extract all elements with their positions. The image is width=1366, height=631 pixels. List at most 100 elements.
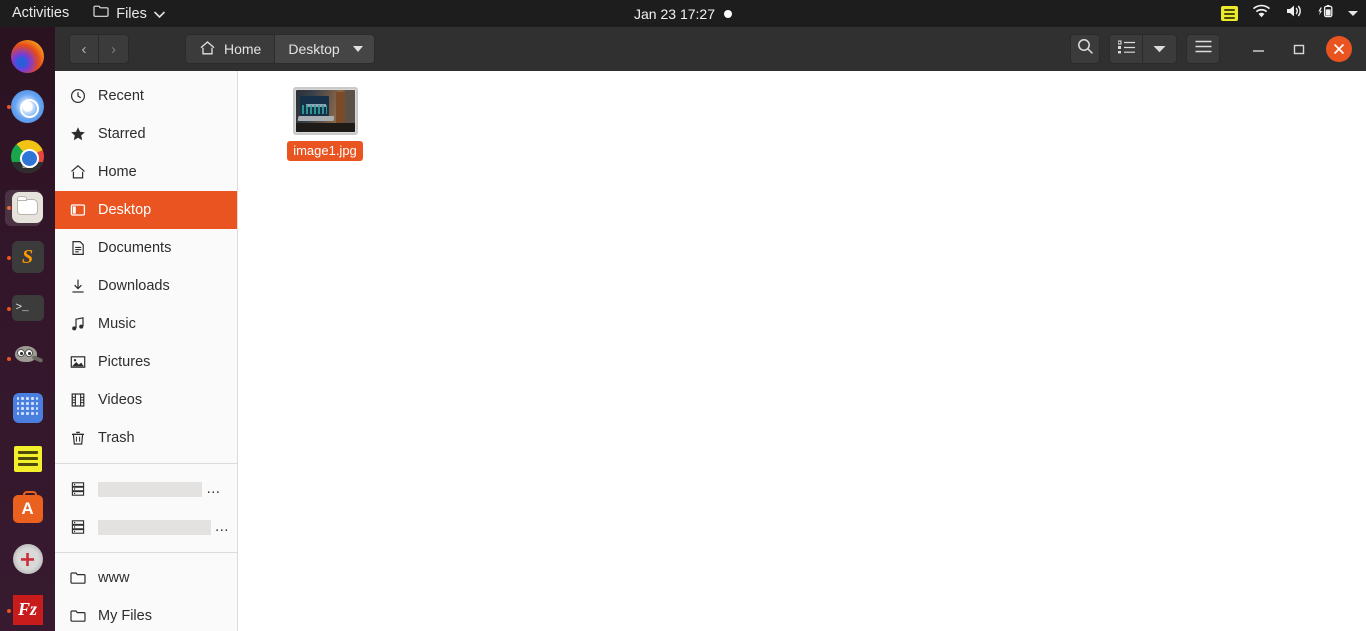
dock-item-chrome-beta[interactable]: Beta	[6, 136, 50, 178]
sidebar-item-starred[interactable]: Starred	[55, 115, 237, 153]
home-icon	[199, 40, 216, 59]
sidebar-separator	[55, 552, 237, 553]
search-button[interactable]	[1070, 34, 1100, 64]
file-grid-view[interactable]: image1.jpg	[238, 71, 1366, 631]
path-button-desktop-label: Desktop	[288, 41, 340, 57]
sidebar-item-my-files[interactable]: My Files	[55, 597, 237, 631]
window-body: Recent Starred Home Desktop Documents Do…	[55, 71, 1366, 631]
dock-item-chromium[interactable]	[6, 85, 50, 127]
window-headerbar: ‹ › Home Desktop	[55, 27, 1366, 71]
download-icon	[69, 278, 86, 295]
picture-icon	[69, 354, 86, 371]
sidebar-item-network-2[interactable]: …	[55, 508, 237, 546]
sidebar-item-videos[interactable]: Videos	[55, 381, 237, 419]
folder-icon	[69, 608, 86, 625]
file-thumbnail	[292, 87, 358, 135]
file-item[interactable]: image1.jpg	[273, 87, 377, 161]
sidebar-item-label: Starred	[98, 126, 146, 142]
dock-item-filezilla[interactable]: Fz	[6, 589, 50, 631]
forward-button[interactable]: ›	[99, 34, 129, 64]
hamburger-menu-icon	[1195, 40, 1212, 58]
ubuntu-dock: Beta S >_ A Fz	[0, 27, 55, 631]
system-menu-chevron-icon[interactable]	[1348, 11, 1358, 16]
list-view-icon	[1116, 39, 1135, 59]
sidebar-item-label: Home	[98, 164, 137, 180]
chevron-down-icon	[1153, 40, 1166, 58]
sidebar-item-network-1[interactable]: …	[55, 470, 237, 508]
gnome-top-bar: Activities Files Jan 23 17:27	[0, 0, 1366, 27]
path-button-desktop[interactable]: Desktop	[275, 34, 375, 64]
sidebar-item-documents[interactable]: Documents	[55, 229, 237, 267]
activities-button[interactable]: Activities	[0, 0, 83, 27]
server-icon	[69, 481, 86, 498]
view-mode-group	[1109, 34, 1177, 64]
music-note-icon	[69, 316, 86, 333]
sidebar-item-music[interactable]: Music	[55, 305, 237, 343]
sidebar-item-downloads[interactable]: Downloads	[55, 267, 237, 305]
back-button[interactable]: ‹	[69, 34, 99, 64]
main-menu-button[interactable]	[1186, 34, 1220, 64]
terminal-icon: >_	[11, 294, 44, 321]
server-icon	[69, 519, 86, 536]
dock-item-terminal[interactable]: >_	[6, 287, 50, 329]
dock-item-sublime-text[interactable]: S	[6, 236, 50, 278]
sidebar-item-home[interactable]: Home	[55, 153, 237, 191]
sidebar-item-label-redacted: …	[98, 519, 230, 535]
path-button-home[interactable]: Home	[185, 34, 276, 64]
navigation-buttons: ‹ ›	[69, 34, 129, 64]
search-icon	[1077, 38, 1094, 60]
path-bar: Home Desktop	[185, 34, 375, 64]
volume-icon	[1285, 4, 1303, 23]
chromium-icon	[11, 89, 44, 123]
dock-item-disks[interactable]	[6, 538, 50, 580]
desktop-icon	[69, 202, 86, 219]
list-view-button[interactable]	[1109, 34, 1143, 64]
view-options-button[interactable]	[1143, 34, 1177, 64]
beta-badge: Beta	[11, 162, 44, 174]
desktop-root: Activities Files Jan 23 17:27 Beta S >_ …	[0, 0, 1366, 631]
sidebar-item-pictures[interactable]: Pictures	[55, 343, 237, 381]
window-controls	[1246, 36, 1352, 62]
sidebar-item-label: My Files	[98, 608, 152, 624]
sidebar-item-label: Pictures	[98, 354, 151, 370]
dock-item-ubuntu-software[interactable]: A	[6, 488, 50, 530]
home-icon	[69, 164, 86, 181]
maximize-button[interactable]	[1286, 36, 1312, 62]
sidebar-item-label: Music	[98, 316, 136, 332]
film-icon	[69, 392, 86, 409]
gimp-icon	[11, 343, 45, 373]
sidebar-item-recent[interactable]: Recent	[55, 77, 237, 115]
dock-item-gimp[interactable]	[6, 337, 50, 379]
firefox-icon	[11, 39, 44, 73]
sidebar-item-label: Recent	[98, 88, 144, 104]
app-menu-label: Files	[116, 5, 147, 22]
battery-charging-icon	[1317, 4, 1334, 24]
sidebar-item-label: www	[98, 570, 130, 586]
disks-icon	[12, 544, 43, 575]
file-name-label: image1.jpg	[287, 141, 363, 161]
notes-icon	[13, 445, 42, 472]
redaction-bar	[98, 519, 211, 535]
dock-item-notes[interactable]	[6, 438, 50, 480]
sidebar-item-www[interactable]: www	[55, 559, 237, 597]
wifi-icon	[1252, 4, 1271, 23]
folder-icon	[69, 570, 86, 587]
notes-indicator-icon[interactable]	[1221, 6, 1238, 21]
sidebar-item-label-redacted: …	[98, 481, 230, 497]
chevron-down-icon	[352, 46, 363, 52]
filezilla-icon: Fz	[12, 594, 43, 625]
clock-button[interactable]: Jan 23 17:27	[553, 6, 813, 22]
status-indicators[interactable]	[1221, 0, 1358, 27]
app-menu-button[interactable]: Files	[83, 0, 175, 27]
dock-item-calculator[interactable]	[6, 387, 50, 429]
sidebar-item-label: Trash	[98, 430, 135, 446]
star-icon	[69, 126, 86, 143]
sidebar-item-desktop[interactable]: Desktop	[55, 191, 237, 229]
clock-label: Jan 23 17:27	[634, 5, 715, 22]
sidebar-item-trash[interactable]: Trash	[55, 419, 237, 457]
dock-item-firefox[interactable]	[6, 35, 50, 77]
clock-icon	[69, 88, 86, 105]
dock-item-files[interactable]	[4, 186, 50, 228]
close-button[interactable]	[1326, 36, 1352, 62]
minimize-button[interactable]	[1246, 36, 1272, 62]
